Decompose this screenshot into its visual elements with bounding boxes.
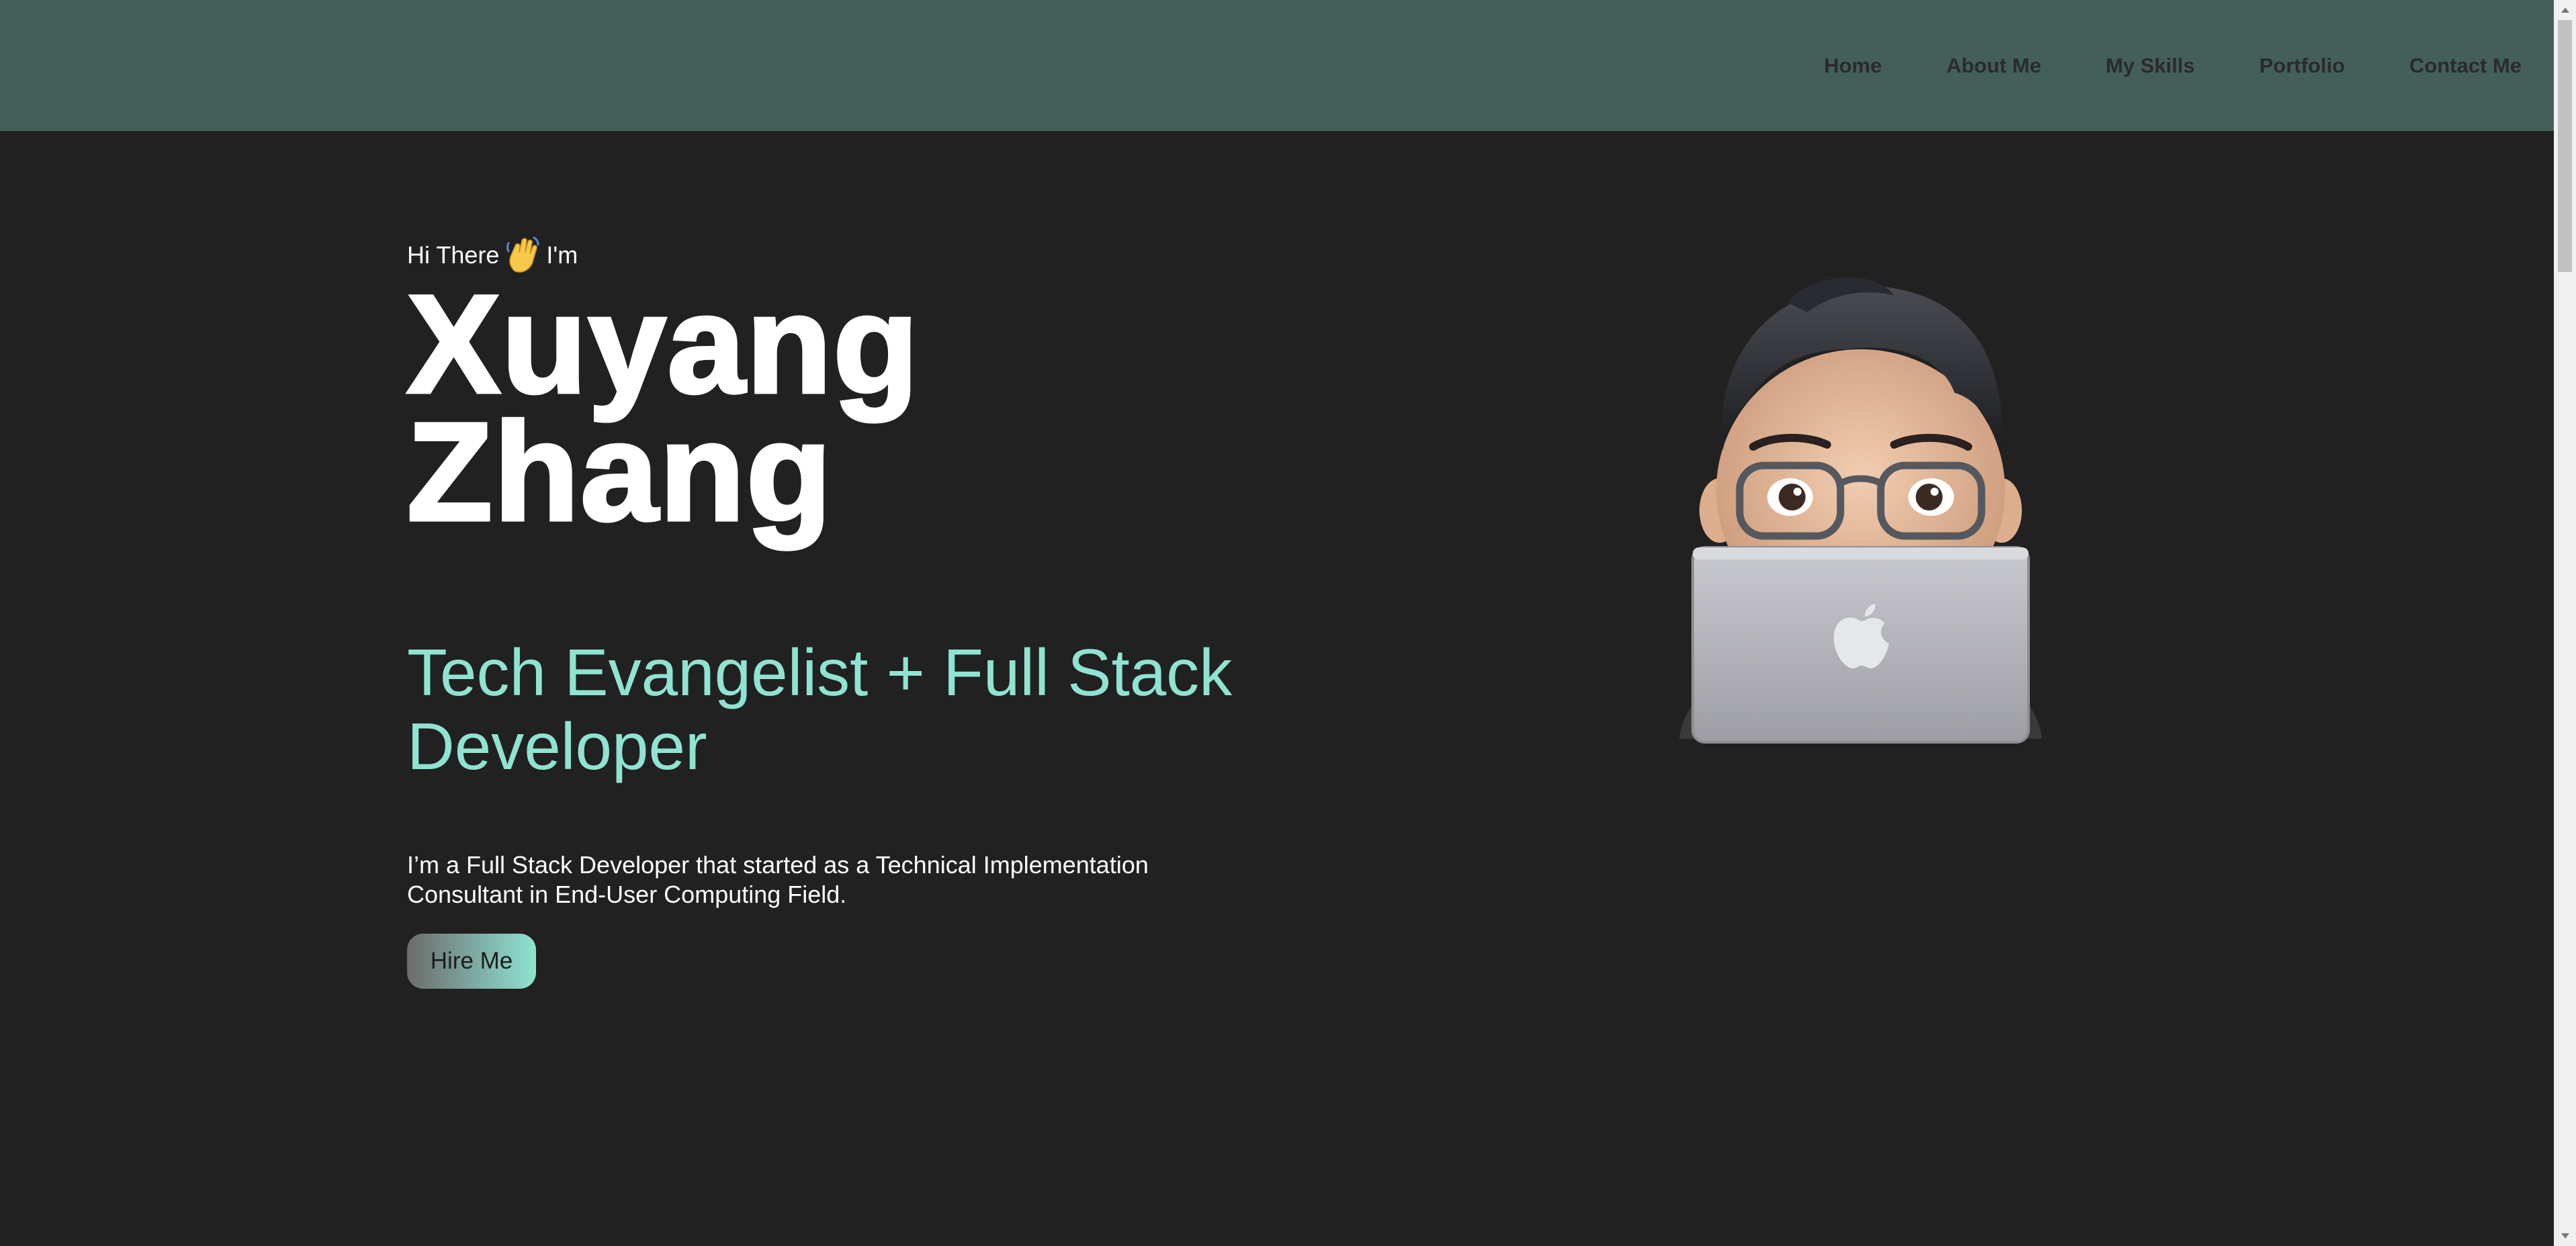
nav-link-my-skills[interactable]: My Skills (2106, 54, 2195, 78)
memoji-laptop-avatar (1673, 275, 2049, 746)
scroll-up-arrow-icon[interactable] (2554, 0, 2576, 20)
scroll-down-arrow-icon[interactable] (2554, 1226, 2576, 1246)
nav-link-portfolio[interactable]: Portfolio (2260, 54, 2345, 78)
hero-bio: I’m a Full Stack Developer that started … (407, 851, 1149, 908)
first-name: Xuyang (406, 267, 920, 422)
page: Home About Me My Skills Portfolio Contac… (0, 0, 2576, 1246)
hero-intro: Hi There I'm Xuyang Zhang Tech Evangelis… (406, 235, 1280, 989)
nav-links: Home About Me My Skills Portfolio Contac… (1759, 0, 2522, 131)
nav-link-home[interactable]: Home (1824, 54, 1881, 78)
greeting-text-after: I'm (546, 241, 578, 269)
hire-me-button[interactable]: Hire Me (407, 934, 536, 989)
nav-link-about-me[interactable]: About Me (1947, 54, 2041, 78)
hero-tagline: Tech Evangelist + Full Stack Developer (407, 635, 1233, 783)
hero-name: Xuyang Zhang (406, 267, 1280, 550)
scrollbar-thumb[interactable] (2558, 20, 2572, 272)
nav-link-contact-me[interactable]: Contact Me (2409, 54, 2522, 78)
vertical-scrollbar[interactable] (2554, 0, 2576, 1246)
navbar: Home About Me My Skills Portfolio Contac… (0, 0, 2554, 131)
greeting-text-before: Hi There (407, 241, 500, 269)
last-name: Zhang (406, 394, 834, 550)
